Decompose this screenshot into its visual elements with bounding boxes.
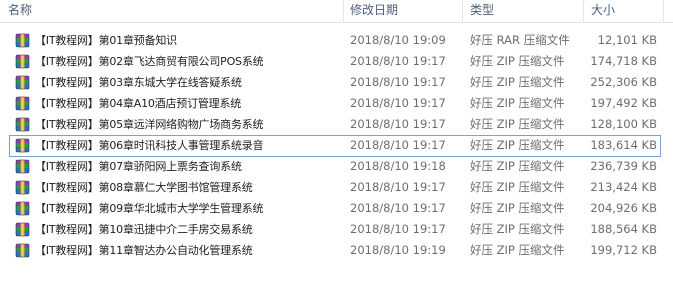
file-size: 236,739 KB [590,159,657,173]
file-modified-date: 2018/8/10 19:17 [350,117,446,131]
file-size: 197,492 KB [590,96,657,110]
file-row[interactable]: 【IT教程网】第01章预备知识 2018/8/10 19:09 好压 RAR 压缩文… [0,30,673,51]
column-header-bar: 名称 修改日期 类型 大小 [0,0,673,23]
archive-file-icon [15,159,30,174]
file-row[interactable]: 【IT教程网】第10章迅捷中介二手房交易系统 2018/8/10 19:17 好压 … [0,219,673,240]
column-header-type[interactable]: 类型 [470,0,580,22]
file-name: 【IT教程网】第04章A10酒店预订管理系统 [35,97,242,110]
file-modified-date: 2018/8/10 19:17 [350,201,446,215]
file-row[interactable]: 【IT教程网】第09章华北城市大学学生管理系统 2018/8/10 19:17 好压… [0,198,673,219]
column-header-date-label: 修改日期 [350,3,399,17]
file-name: 【IT教程网】第03章东城大学在线答疑系统 [35,76,242,89]
file-row[interactable]: 【IT教程网】第11章智达办公自动化管理系统 2018/8/10 19:19 好压 … [0,240,673,261]
file-modified-date: 2018/8/10 19:09 [350,33,446,47]
file-modified-date: 2018/8/10 19:17 [350,75,446,89]
file-type: 好压 ZIP 压缩文件 [470,75,565,89]
file-type: 好压 ZIP 压缩文件 [470,117,565,131]
file-modified-date: 2018/8/10 19:18 [350,159,446,173]
file-type: 好压 ZIP 压缩文件 [470,138,565,152]
archive-file-icon [15,33,30,48]
archive-file-icon [15,54,30,69]
file-row[interactable]: 【IT教程网】第02章飞达商贸有限公司POS系统 2018/8/10 19:17 好… [0,51,673,72]
file-type: 好压 ZIP 压缩文件 [470,201,565,215]
file-name: 【IT教程网】第01章预备知识 [35,34,177,47]
file-size: 128,100 KB [590,117,657,131]
file-modified-date: 2018/8/10 19:17 [350,54,446,68]
file-size: 252,306 KB [590,75,657,89]
file-name: 【IT教程网】第08章慕仁大学图书馆管理系统 [35,181,253,194]
file-modified-date: 2018/8/10 19:17 [350,222,446,236]
file-type: 好压 ZIP 压缩文件 [470,243,565,257]
file-size: 174,718 KB [590,54,657,68]
file-type: 好压 ZIP 压缩文件 [470,159,565,173]
file-row[interactable]: 【IT教程网】第07章骄阳网上票务查询系统 2018/8/10 19:18 好压 Z… [0,156,673,177]
file-size: 199,712 KB [590,243,657,257]
file-modified-date: 2018/8/10 19:17 [350,180,446,194]
file-name: 【IT教程网】第07章骄阳网上票务查询系统 [35,160,242,173]
file-size: 12,101 KB [597,33,657,47]
file-type: 好压 ZIP 压缩文件 [470,180,565,194]
archive-file-icon [15,75,30,90]
file-row[interactable]: 【IT教程网】第03章东城大学在线答疑系统 2018/8/10 19:17 好压 Z… [0,72,673,93]
file-size: 188,564 KB [590,222,657,236]
column-header-size-label: 大小 [591,3,616,17]
archive-file-icon [15,180,30,195]
column-divider[interactable] [343,0,344,22]
file-type: 好压 ZIP 压缩文件 [470,222,565,236]
column-divider[interactable] [663,0,664,22]
file-size: 213,424 KB [590,180,657,194]
file-modified-date: 2018/8/10 19:19 [350,243,446,257]
file-type: 好压 ZIP 压缩文件 [470,54,565,68]
archive-file-icon [15,96,30,111]
file-type: 好压 ZIP 压缩文件 [470,96,565,110]
column-divider[interactable] [462,0,463,22]
column-header-name-label: 名称 [8,3,33,17]
archive-file-icon [15,138,30,153]
archive-file-icon [15,243,30,258]
file-name: 【IT教程网】第10章迅捷中介二手房交易系统 [35,223,253,236]
file-name: 【IT教程网】第11章智达办公自动化管理系统 [35,244,253,257]
file-modified-date: 2018/8/10 19:17 [350,138,446,152]
file-type: 好压 RAR 压缩文件 [470,33,570,47]
archive-file-icon [15,117,30,132]
file-name: 【IT教程网】第05章远洋网络购物广场商务系统 [35,118,264,131]
column-header-name[interactable]: 名称 [8,0,338,22]
file-row[interactable]: 【IT教程网】第06章时讯科技人事管理系统录音 2018/8/10 19:17 好压… [0,135,673,157]
file-name: 【IT教程网】第02章飞达商贸有限公司POS系统 [35,55,264,68]
archive-file-icon [15,201,30,216]
column-header-size[interactable]: 大小 [591,0,661,22]
file-row[interactable]: 【IT教程网】第08章慕仁大学图书馆管理系统 2018/8/10 19:17 好压 … [0,177,673,198]
file-name: 【IT教程网】第06章时讯科技人事管理系统录音 [35,139,264,152]
file-size: 204,926 KB [590,201,657,215]
file-size: 183,614 KB [590,138,657,152]
file-row[interactable]: 【IT教程网】第04章A10酒店预订管理系统 2018/8/10 19:17 好压 … [0,93,673,114]
file-modified-date: 2018/8/10 19:17 [350,96,446,110]
column-header-date[interactable]: 修改日期 [350,0,460,22]
archive-file-icon [15,222,30,237]
column-header-type-label: 类型 [470,3,495,17]
file-row[interactable]: 【IT教程网】第05章远洋网络购物广场商务系统 2018/8/10 19:17 好压… [0,114,673,135]
column-divider[interactable] [583,0,584,22]
file-name: 【IT教程网】第09章华北城市大学学生管理系统 [35,202,264,215]
